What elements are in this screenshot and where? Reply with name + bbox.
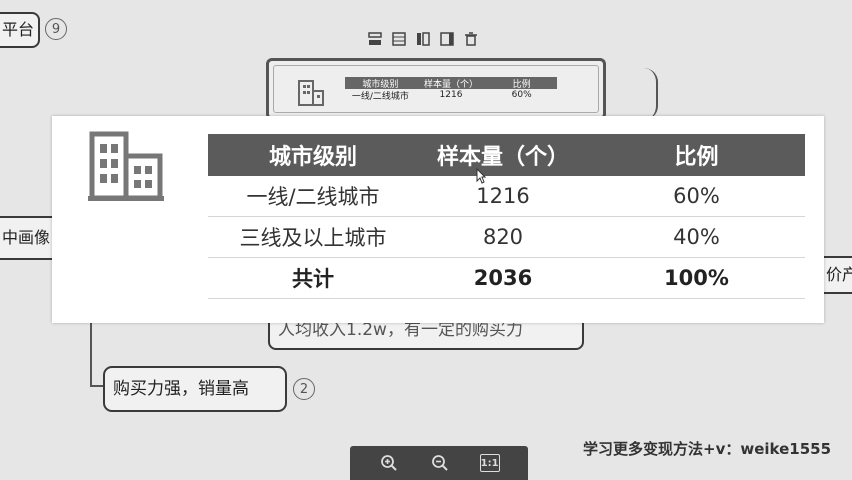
mini-table-header: 城市级别 样本量（个） 比例 — [345, 77, 557, 90]
actual-size-button[interactable]: 1:1 — [479, 454, 500, 472]
node-label: 平台 — [2, 20, 35, 39]
trash-icon[interactable] — [462, 30, 480, 48]
layout-icon[interactable] — [366, 30, 384, 48]
header-ratio: 比例 — [674, 145, 719, 170]
table-row: 一线/二线城市 1216 60% — [208, 176, 805, 217]
building-icon — [297, 77, 327, 107]
cell-ratio: 60% — [673, 184, 720, 208]
watermark-text: 学习更多变现方法+v：weike1555 — [583, 440, 832, 458]
columns-icon[interactable] — [414, 30, 432, 48]
cell-sample-size: 1216 — [476, 184, 530, 208]
cell-ratio: 40% — [673, 225, 720, 249]
cell-city-level: 三线及以上城市 — [239, 226, 387, 250]
node-label: 中画像 — [2, 228, 51, 247]
mini-table-row: 一线/二线城市 1216 60% — [351, 90, 532, 102]
zoom-in-icon[interactable] — [378, 452, 400, 474]
zoom-out-icon[interactable] — [429, 452, 451, 474]
table-zoom-overlay: 城市级别 样本量（个） 比例 一线/二线城市 1216 60% 三线及以上城市 … — [52, 116, 824, 323]
connector-line — [90, 385, 104, 387]
table-row: 三线及以上城市 820 40% — [208, 217, 805, 258]
city-level-table: 城市级别 样本量（个） 比例 一线/二线城市 1216 60% 三线及以上城市 … — [208, 134, 805, 299]
mindmap-canvas[interactable]: 平台 9 中画像 价产 人均收入1.2w，有一定的购买力 购买力强，销量高 2 — [0, 0, 852, 480]
table-icon[interactable] — [390, 30, 408, 48]
branch-brace — [640, 68, 658, 120]
zoom-toolbar: 1:1 — [350, 446, 528, 480]
table-total-row: 共计 2036 100% — [208, 258, 805, 299]
split-icon[interactable] — [438, 30, 456, 48]
building-icon — [88, 126, 170, 202]
cell-ratio: 100% — [664, 266, 729, 290]
text-cursor-icon — [476, 167, 487, 184]
node-label: 价产 — [826, 265, 852, 284]
mindmap-node-city-table[interactable]: 城市级别 样本量（个） 比例 一线/二线城市 1216 60% — [266, 58, 606, 120]
header-sample-size: 样本量（个） — [436, 145, 569, 170]
table-header: 城市级别 样本量（个） 比例 — [208, 134, 805, 176]
cell-city-level: 一线/二线城市 — [246, 185, 380, 209]
mini-table: 城市级别 样本量（个） 比例 一线/二线城市 1216 60% — [345, 77, 557, 102]
mindmap-node-buying-power[interactable]: 购买力强，销量高 — [103, 366, 287, 412]
collapse-count-badge[interactable]: 9 — [45, 18, 67, 40]
mindmap-node-platform[interactable]: 平台 — [0, 12, 40, 48]
node-label: 购买力强，销量高 — [113, 378, 249, 399]
cell-sample-size: 2036 — [473, 266, 533, 290]
cell-sample-size: 820 — [482, 225, 524, 249]
header-city-level: 城市级别 — [268, 145, 357, 170]
cell-city-level: 共计 — [292, 267, 334, 291]
collapse-count-badge[interactable]: 2 — [293, 378, 315, 400]
node-label: 人均收入1.2w，有一定的购买力 — [278, 319, 523, 340]
node-toolbar — [366, 30, 480, 48]
